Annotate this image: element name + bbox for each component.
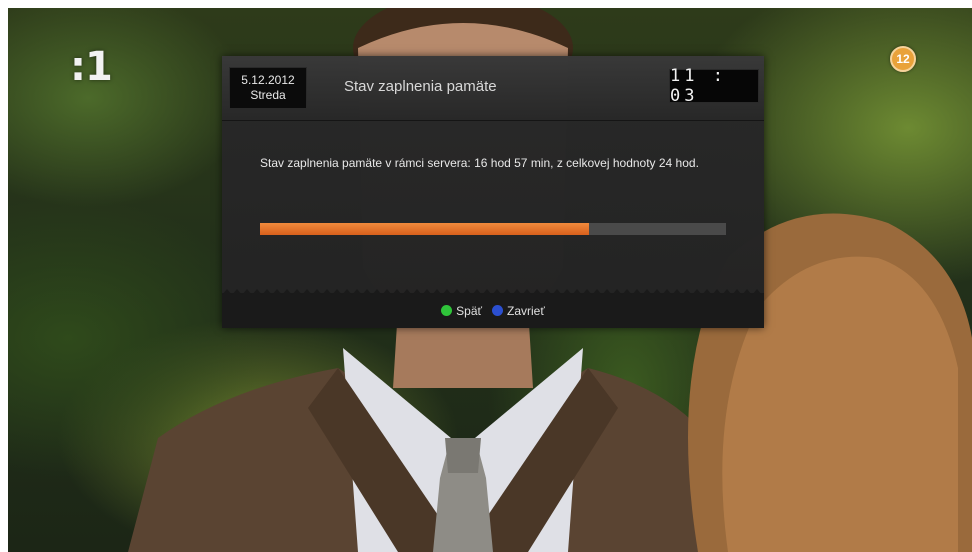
- date-box: 5.12.2012 Streda: [229, 67, 307, 109]
- channel-logo: :1: [70, 44, 113, 90]
- memory-progress-bar: [260, 223, 726, 235]
- close-button[interactable]: Zavrieť: [492, 304, 545, 318]
- clock: 11 : 03: [669, 66, 759, 106]
- back-button-label: Späť: [456, 303, 482, 318]
- footer-buttons: Späť Zavrieť: [222, 293, 764, 328]
- weekday-text: Streda: [250, 88, 286, 102]
- green-button-icon: [441, 305, 453, 316]
- close-button-label: Zavrieť: [507, 303, 545, 318]
- blue-button-icon: [492, 305, 503, 316]
- page-title: Stav zaplnenia pamäte: [344, 78, 497, 95]
- osd-body: Stav zaplnenia pamäte v rámci servera: 1…: [222, 121, 764, 293]
- osd-header: 5.12.2012 Streda Stav zaplnenia pamäte 1…: [222, 56, 764, 121]
- date-text: 5.12.2012: [241, 73, 295, 87]
- back-button[interactable]: Späť: [441, 304, 482, 318]
- memory-progress-fill: [260, 223, 589, 235]
- osd-footer: Späť Zavrieť: [222, 289, 764, 328]
- osd-panel: 5.12.2012 Streda Stav zaplnenia pamäte 1…: [222, 56, 764, 328]
- memory-status-message: Stav zaplnenia pamäte v rámci servera: 1…: [260, 156, 699, 170]
- age-rating-badge: 12: [890, 46, 916, 72]
